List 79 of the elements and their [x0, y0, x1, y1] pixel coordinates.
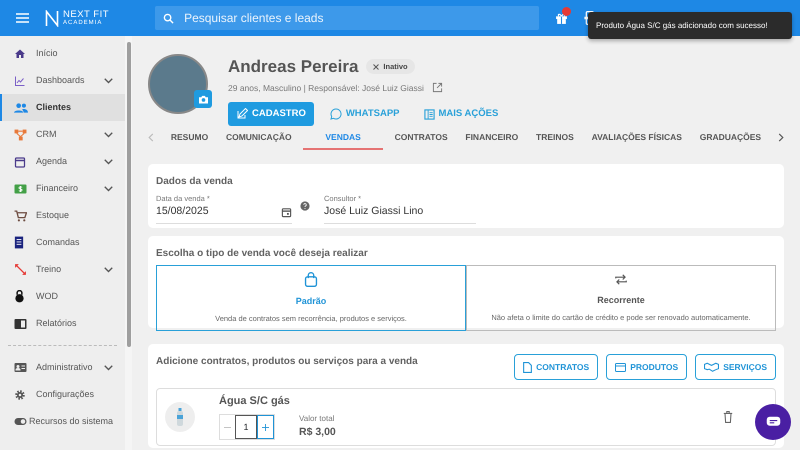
chevron-down-icon: [104, 186, 113, 192]
toast-message: Produto Água S/C gás adicionado com sucesso!: [588, 12, 792, 39]
money-icon: [14, 182, 27, 194]
calendar-icon[interactable]: [281, 206, 292, 218]
sidebar-item[interactable]: Recursos do sistema: [0, 408, 125, 435]
tab[interactable]: RESUMO: [164, 124, 214, 150]
sidebar-item[interactable]: Dashboards: [0, 67, 125, 94]
tab[interactable]: FINANCEIRO: [459, 124, 524, 150]
logo-text: NEXT FIT: [63, 10, 110, 20]
menu-icon[interactable]: [16, 13, 29, 23]
id-card-icon: [14, 362, 27, 373]
search-icon[interactable]: [163, 12, 174, 24]
plus-icon[interactable]: [257, 415, 274, 440]
close-icon: [373, 64, 380, 70]
sidebar-item[interactable]: Comandas: [0, 229, 125, 256]
tab[interactable]: CONTRATOS: [388, 124, 454, 150]
chevron-down-icon: [104, 78, 113, 84]
sidebar-item[interactable]: Agenda: [0, 148, 125, 175]
home-icon: [14, 48, 26, 60]
document-icon: [523, 362, 532, 372]
chat-icon: [766, 416, 780, 428]
total-label: Valor total: [299, 413, 336, 426]
client-name: Andreas Pereira: [228, 56, 358, 78]
calendar-icon: [14, 156, 26, 168]
tab[interactable]: COMUNICAÇÃO: [220, 124, 298, 150]
chevron-down-icon: [104, 158, 113, 164]
sidebar-item[interactable]: Relatórios: [0, 310, 125, 337]
sidebar-item[interactable]: Configurações: [0, 381, 125, 408]
search-input[interactable]: Pesquisar clientes e leads: [182, 8, 522, 28]
sidebar-item[interactable]: Financeiro: [0, 175, 125, 202]
quantity-field[interactable]: 1: [235, 415, 257, 440]
kettlebell-icon: [14, 290, 25, 303]
sidebar-item[interactable]: Início: [0, 40, 125, 67]
gift-icon[interactable]: [555, 12, 568, 24]
receipt-icon: [14, 236, 24, 249]
sidebar-item[interactable]: Administrativo: [0, 354, 125, 381]
box-icon: [615, 362, 626, 372]
repeat-icon: [614, 273, 628, 286]
sidebar-item[interactable]: WOD: [0, 283, 125, 310]
tab[interactable]: AVALIAÇÕES FÍSICAS: [586, 124, 688, 150]
client-details: 29 anos, Masculino | Responsável: José Luiz Giassi: [228, 82, 424, 94]
toggle-icon: [14, 417, 27, 426]
sidebar-item[interactable]: Clientes: [0, 94, 125, 121]
chevron-down-icon: [104, 266, 113, 272]
shopping-bag-icon: [304, 272, 318, 288]
tab[interactable]: GRADUAÇÕES: [694, 124, 768, 150]
card-title: Adicione contratos, produtos ou serviços para a venda: [156, 355, 418, 369]
chevron-down-icon: [104, 132, 113, 138]
report-icon: [14, 318, 27, 330]
trash-icon[interactable]: [723, 411, 733, 423]
sidebar-item[interactable]: Estoque: [0, 202, 125, 229]
total-value: R$ 3,00: [299, 425, 336, 440]
add-button[interactable]: SERVIÇOS: [695, 354, 776, 380]
add-button[interactable]: PRODUTOS: [606, 354, 688, 380]
add-button[interactable]: CONTRATOS: [514, 354, 598, 380]
product-name: Água S/C gás: [219, 393, 291, 409]
card-title: Escolha o tipo de venda você deseja realizar: [156, 247, 369, 261]
network-icon: [14, 128, 27, 140]
edit-icon: [236, 108, 248, 120]
cart-icon: [14, 210, 27, 222]
search-field[interactable]: Pesquisar clientes e leads: [155, 6, 540, 30]
sidebar-item[interactable]: CRM: [0, 121, 125, 148]
chevron-down-icon: [104, 364, 113, 370]
people-icon: [14, 102, 28, 114]
help-icon[interactable]: [300, 201, 310, 211]
scrollbar[interactable]: [125, 36, 132, 450]
diagonal-arrow-icon: [14, 263, 27, 276]
camera-icon[interactable]: [194, 90, 212, 108]
bottle-icon: [165, 402, 195, 432]
logo-icon: [45, 10, 59, 26]
chevron-right-icon[interactable]: [778, 132, 784, 142]
card-title: Dados da venda: [156, 175, 234, 189]
chat-bubble-icon: [330, 108, 342, 120]
tab[interactable]: TREINOS: [530, 124, 580, 150]
sidebar-item[interactable]: Treino: [0, 256, 125, 283]
list-icon: [424, 108, 434, 120]
line-chart-icon: [14, 74, 26, 86]
external-link-icon[interactable]: [432, 82, 443, 94]
settings-icon: [14, 388, 26, 400]
